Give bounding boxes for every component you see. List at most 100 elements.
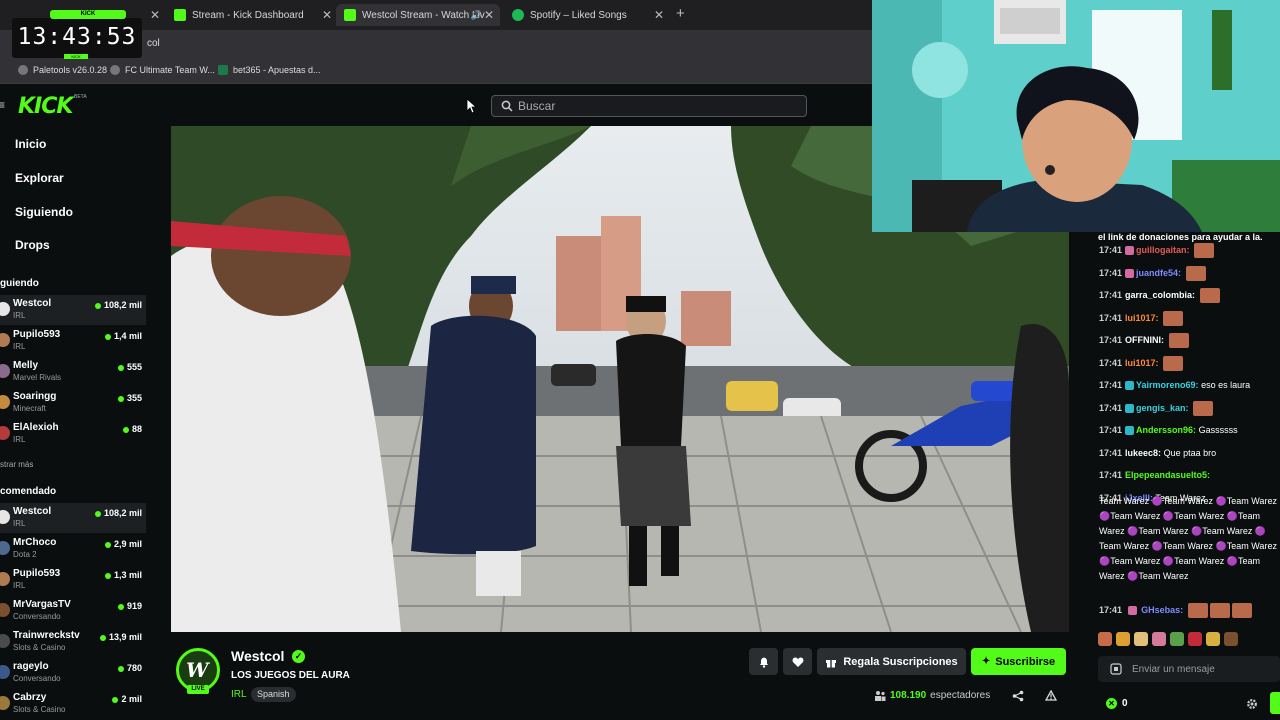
webcam-overlay [872,0,1280,232]
channel-item[interactable]: Cabrzy Slots & Casino 2 mil [0,689,146,719]
channel-viewers: 355 [126,393,142,403]
chat-pinned-text: el link de donaciones para ayudar a la. [1098,232,1263,242]
browser-tab-westcol[interactable]: Westcol Stream - Watch Liv 🔊 ✕ [336,4,500,26]
emote-icon[interactable] [1188,632,1202,646]
close-tab-icon[interactable]: ✕ [484,8,494,22]
chat-badge-icon [1125,268,1135,278]
channel-item[interactable]: Pupilo593 IRL 1,4 mil [0,326,146,356]
emote-icon[interactable] [1170,632,1184,646]
chat-message: 17:41 Elpepeandasuelto5: [1099,468,1280,483]
search-input[interactable] [518,98,798,114]
bookmark-item[interactable]: Paletools v26.0.28 [18,65,107,75]
bell-icon [759,657,768,668]
channel-viewers: 1,3 mil [113,570,142,580]
emote-icon[interactable] [1098,632,1112,646]
close-tab-icon[interactable]: ✕ [322,8,332,22]
chat-username[interactable]: lukeec8: [1125,448,1161,458]
follow-button[interactable] [783,648,812,675]
live-dot-icon [94,303,101,309]
show-more-link[interactable]: strar más [0,460,33,469]
nav-drops[interactable]: Drops [15,238,50,252]
menu-icon[interactable]: ≡ [0,98,5,112]
channel-name: Westcol [13,506,52,517]
beta-label: BETA [74,94,87,100]
chat-username[interactable]: juandfe54: [1136,268,1181,278]
chat-time: 17:41 [1099,335,1123,345]
channel-item[interactable]: Melly Marvel Rivals 555 [0,357,146,387]
category-link[interactable]: IRL [231,689,247,700]
search-box[interactable] [491,95,807,117]
close-tab-icon[interactable]: ✕ [150,8,160,22]
browser-tab-dashboard[interactable]: Stream - Kick Dashboard ✕ [166,4,332,26]
live-dot-icon [117,396,124,402]
bookmark-item[interactable]: FC Ultimate Team W... [110,65,215,75]
channel-item[interactable]: MrVargasTV Conversando 919 [0,596,146,626]
streamer-name[interactable]: Westcol [231,648,284,664]
chat-message: 17:41 OFFNINI: [1099,333,1280,349]
chat-username[interactable]: OFFNINI: [1125,335,1164,345]
gift-subs-button[interactable]: Regala Suscripciones [817,648,966,675]
tab-label: Stream - Kick Dashboard [192,9,304,21]
chat-time: 17:41 [1099,470,1123,480]
channel-name: Trainwreckstv [13,630,80,641]
chat-username[interactable]: guillogaitan: [1136,245,1190,255]
chat-username[interactable]: Elpepeandasuelto5: [1125,470,1210,480]
mouse-cursor-icon [466,98,476,114]
chat-username[interactable]: gengis_kan: [1136,403,1189,413]
chat-username[interactable]: lui1017: [1125,313,1159,323]
channel-item[interactable]: Trainwreckstv Slots & Casino 13,9 mil [0,627,146,657]
emote-icon[interactable] [1116,632,1130,646]
verified-check-icon: ✓ [292,650,305,663]
channel-item[interactable]: Soaringg Minecraft 355 [0,388,146,418]
bookmark-item[interactable]: bet365 - Apuestas d... [218,65,321,75]
chat-time: 17:41 [1099,402,1123,413]
chat-message-input[interactable] [1132,661,1272,677]
channel-category: Dota 2 [13,550,37,559]
speaker-icon[interactable]: 🔊 [471,10,482,21]
emote-icon[interactable] [1206,632,1220,646]
chat-username[interactable]: GHsebas: [1141,605,1183,615]
send-chat-button[interactable] [1270,692,1280,714]
chat-input-box[interactable] [1098,656,1280,682]
heart-icon [792,657,803,667]
kick-logo[interactable]: KICK [18,94,73,119]
channel-item[interactable]: rageylo Conversando 780 [0,658,146,688]
stream-title: LOS JUEGOS DEL AURA [231,670,350,681]
emote-icon[interactable] [1224,632,1238,646]
nav-explorar[interactable]: Explorar [15,171,64,185]
chat-username[interactable]: Andersson96: [1136,425,1196,435]
recommended-section-title: comendado [0,486,57,497]
chat-time: 17:41 [1099,312,1123,323]
emote-icon[interactable] [1152,632,1166,646]
channel-name: Soaringg [13,391,57,402]
emote-icon [1194,243,1215,259]
channel-item[interactable]: Westcol IRL 108,2 mil [0,503,146,533]
channel-item[interactable]: ElAlexioh IRL 88 [0,419,146,449]
chat-username[interactable]: garra_colombia: [1125,290,1195,300]
nav-inicio[interactable]: Inicio [15,137,46,151]
viewer-number: 108.190 [890,690,927,701]
chat-badge-icon [1125,381,1135,391]
chat-username[interactable]: lui1017: [1125,358,1159,368]
notifications-button[interactable] [749,648,778,675]
chat-footer: ✕ 0 [1098,694,1280,716]
channel-item[interactable]: MrChoco Dota 2 2,9 mil [0,534,146,564]
channel-item[interactable]: Pupilo593 IRL 1,3 mil [0,565,146,595]
spotify-favicon-icon [512,9,524,21]
close-tab-icon[interactable]: ✕ [654,8,664,22]
channel-viewers: 2 mil [121,694,142,704]
emote-icon[interactable] [1134,632,1148,646]
channel-category: IRL [13,581,26,590]
channel-item[interactable]: Westcol IRL 108,2 mil [0,295,146,325]
chat-username[interactable]: Yairmoreno69: [1136,380,1199,390]
share-icon[interactable] [1012,690,1024,702]
browser-tab-spotify[interactable]: Spotify – Liked Songs ✕ [504,4,664,26]
language-tag[interactable]: Spanish [251,687,296,702]
report-icon[interactable] [1045,690,1057,702]
subscribe-button[interactable]: ✦ Suscribirse [971,648,1066,675]
nav-siguiendo[interactable]: Siguiendo [15,205,73,219]
globe-icon [18,65,28,75]
chat-settings-gear-icon[interactable] [1246,698,1258,710]
new-tab-icon[interactable]: + [676,5,685,22]
kick-points-icon[interactable]: ✕ [1106,698,1117,709]
